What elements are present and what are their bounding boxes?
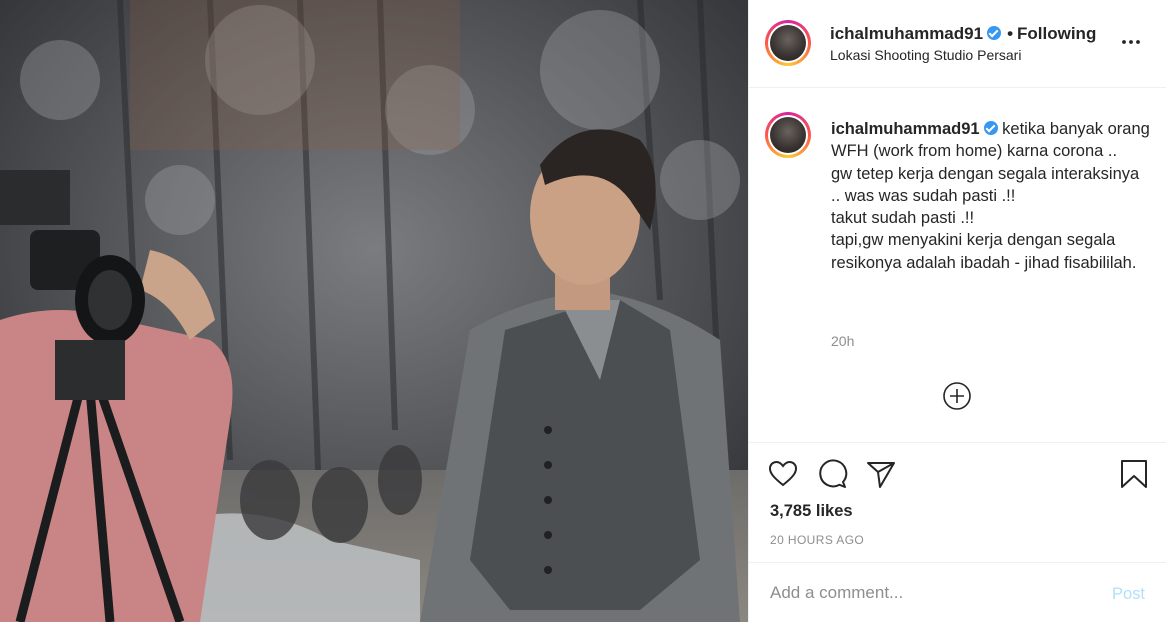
post-sidebar: ichalmuhammad91 • Following Lokasi Shootin…	[748, 0, 1166, 622]
more-options-icon[interactable]	[1119, 30, 1143, 54]
post-timestamp[interactable]: 20 HOURS AGO	[770, 533, 864, 547]
post-comment-button[interactable]: Post	[1112, 585, 1145, 604]
post-actions: 3,785 likes 20 HOURS AGO	[749, 442, 1166, 562]
post-photo[interactable]	[0, 0, 748, 622]
comments-section: ichalmuhammad91 ketika banyak orang WFH …	[749, 88, 1166, 442]
following-button[interactable]: Following	[1017, 24, 1096, 43]
caption-story-ring[interactable]	[765, 112, 811, 158]
header-separator: •	[1007, 24, 1014, 43]
caption-text: ketika banyak orang WFH (work from home)…	[831, 120, 1150, 272]
avatar[interactable]	[770, 25, 806, 61]
header-username[interactable]: ichalmuhammad91	[830, 24, 983, 43]
plus-circle-icon[interactable]	[942, 381, 972, 411]
comment-icon[interactable]	[816, 458, 848, 490]
bookmark-icon[interactable]	[1118, 458, 1150, 490]
caption-verified-badge-icon	[983, 121, 998, 135]
add-comment-form: Post	[749, 562, 1166, 622]
caption-avatar[interactable]	[770, 117, 806, 153]
likes-count[interactable]: 3,785 likes	[770, 502, 853, 521]
paper-plane-icon[interactable]	[865, 458, 897, 490]
story-ring[interactable]	[765, 20, 811, 66]
instagram-post: ichalmuhammad91 • Following Lokasi Shootin…	[0, 0, 1166, 622]
comment-input[interactable]	[768, 579, 1092, 607]
caption-time: 20h	[831, 333, 855, 349]
header-title-row: ichalmuhammad91 • Following	[830, 24, 1096, 44]
location-link[interactable]: Lokasi Shooting Studio Persari	[830, 47, 1021, 63]
verified-badge-icon	[987, 26, 1002, 40]
caption-username[interactable]: ichalmuhammad91	[831, 120, 980, 138]
heart-icon[interactable]	[767, 458, 799, 490]
caption: ichalmuhammad91 ketika banyak orang WFH …	[831, 118, 1151, 274]
photo-illustration	[0, 0, 748, 622]
post-header: ichalmuhammad91 • Following Lokasi Shootin…	[749, 0, 1166, 88]
